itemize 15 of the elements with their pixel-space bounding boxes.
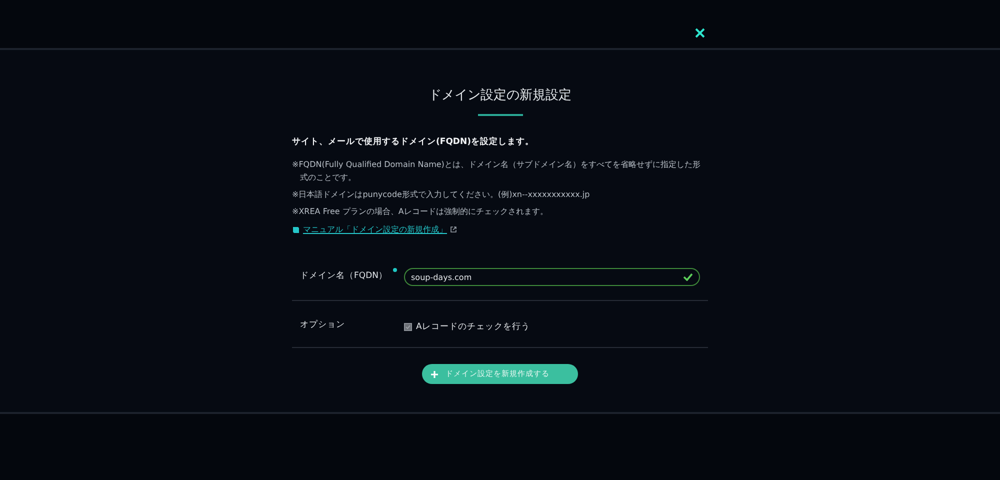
dialog-title: ドメイン設定の新規設定 xyxy=(428,87,572,104)
note-text: ※XREA Free プランの場合、Aレコードは強制的にチェックされます。 xyxy=(292,206,549,218)
external-link-icon xyxy=(450,226,457,233)
domain-input-field[interactable]: soup-days.com xyxy=(404,268,700,286)
plus-icon xyxy=(431,370,438,378)
note-text: ※FQDN(Fully Qualified Domain Name)とは、ドメイン名（サブドメイン名）をすべてを省略せずに指定した形式のことです。 xyxy=(292,159,702,184)
close-icon xyxy=(695,28,705,38)
checkbox-label: Aレコードのチェックを行う xyxy=(416,321,530,333)
field-label: オプション xyxy=(300,319,345,331)
book-icon xyxy=(292,226,300,234)
check-icon xyxy=(683,273,693,281)
field-label: ドメイン名（FQDN） xyxy=(300,270,388,282)
note-text: ※日本語ドメインはpunycode形式で入力してください。(例)xn--xxxxxxxxxxx.jp xyxy=(292,189,591,201)
intro-text: サイト、メールで使用するドメイン(FQDN)を設定します。 xyxy=(292,136,535,148)
manual-link[interactable]: マニュアル「ドメイン設定の新規作成」 xyxy=(292,224,708,235)
